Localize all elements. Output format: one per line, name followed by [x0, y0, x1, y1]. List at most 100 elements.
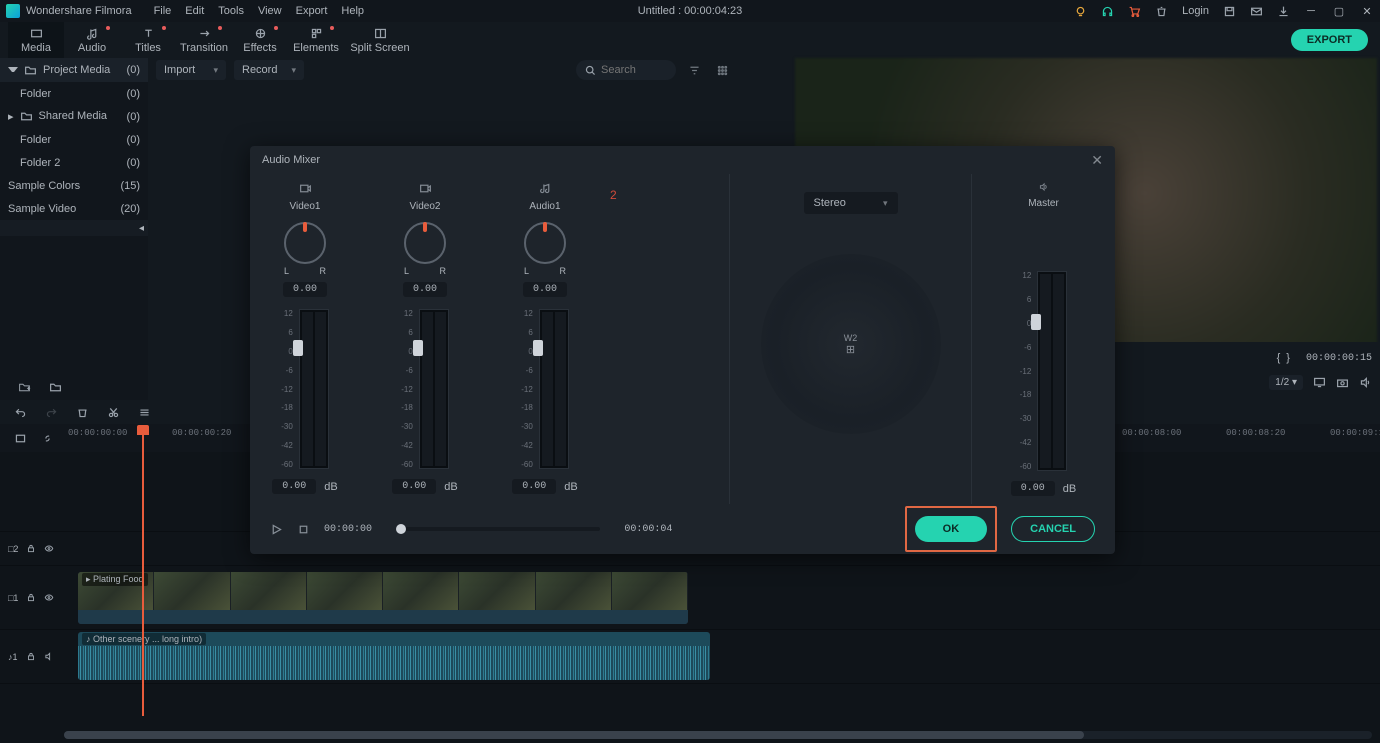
sidebar-header-count: (0): [127, 64, 140, 76]
sidebar-item[interactable]: Sample Video(20): [0, 197, 148, 220]
db-value[interactable]: 0.00: [1011, 481, 1055, 496]
stop-icon[interactable]: [297, 523, 310, 536]
trash-icon[interactable]: [1155, 5, 1168, 18]
bulb-icon[interactable]: [1074, 5, 1087, 18]
sidebar-item[interactable]: ▸Shared Media(0): [0, 105, 148, 128]
eye-icon[interactable]: [44, 542, 54, 555]
save-icon[interactable]: [1223, 5, 1236, 18]
download-icon[interactable]: [1277, 5, 1290, 18]
timeline-scrollbar[interactable]: [64, 731, 1372, 739]
track-audio1[interactable]: ♪1 ♪ Other scenery ... long intro): [0, 630, 1380, 684]
tab-titles[interactable]: Titles: [120, 22, 176, 58]
pan-value[interactable]: 0.00: [403, 282, 447, 297]
delete-icon[interactable]: [76, 406, 89, 419]
pan-value[interactable]: 0.00: [283, 282, 327, 297]
menu-tools[interactable]: Tools: [218, 5, 244, 17]
dialog-close-icon[interactable]: ✕: [1091, 152, 1103, 169]
fader[interactable]: [413, 340, 423, 356]
monitor-icon[interactable]: [1313, 376, 1326, 389]
search-box[interactable]: [576, 60, 676, 80]
redo-icon[interactable]: [45, 406, 58, 419]
undo-icon[interactable]: [14, 406, 27, 419]
play-icon[interactable]: [270, 523, 283, 536]
login-button[interactable]: Login: [1182, 5, 1209, 17]
import-dropdown[interactable]: Import: [156, 60, 226, 80]
tab-media-label: Media: [21, 42, 51, 54]
menu-help[interactable]: Help: [341, 5, 364, 17]
mark-out-icon[interactable]: }: [1286, 352, 1290, 364]
marker-icon[interactable]: [14, 432, 27, 445]
tab-transition[interactable]: Transition: [176, 22, 232, 58]
main-menu: File Edit Tools View Export Help: [154, 5, 364, 17]
channel-name: Video1: [290, 201, 321, 212]
fader[interactable]: [533, 340, 543, 356]
export-button[interactable]: EXPORT: [1291, 29, 1368, 51]
tab-media[interactable]: Media: [8, 22, 64, 58]
new-folder-icon[interactable]: [18, 381, 31, 394]
lock-icon[interactable]: [26, 542, 36, 555]
db-value[interactable]: 0.00: [272, 479, 316, 494]
close-button[interactable]: ✕: [1360, 4, 1374, 18]
ok-button[interactable]: OK: [915, 516, 988, 542]
snapshot-icon[interactable]: [1336, 376, 1349, 389]
channel-name: Audio1: [529, 201, 560, 212]
db-value[interactable]: 0.00: [392, 479, 436, 494]
grid-icon[interactable]: [712, 60, 732, 80]
track-video1[interactable]: □1 ▸ Plating Food: [0, 566, 1380, 630]
fader[interactable]: [293, 340, 303, 356]
settings-icon[interactable]: [138, 406, 151, 419]
menu-file[interactable]: File: [154, 5, 172, 17]
transport-slider[interactable]: [396, 527, 600, 531]
lock-icon[interactable]: [26, 591, 36, 604]
menu-export[interactable]: Export: [296, 5, 328, 17]
surround-pad[interactable]: W2⊞: [761, 254, 941, 434]
mute-icon[interactable]: [44, 650, 54, 663]
mark-in-icon[interactable]: {: [1277, 352, 1281, 364]
music-icon: [539, 182, 552, 195]
sidebar-item[interactable]: Folder(0): [0, 128, 148, 151]
search-input[interactable]: [601, 64, 661, 76]
maximize-button[interactable]: ▢: [1332, 4, 1346, 18]
tab-effects[interactable]: Effects: [232, 22, 288, 58]
cancel-button[interactable]: CANCEL: [1011, 516, 1095, 542]
pan-l: L: [404, 266, 409, 276]
headphones-icon[interactable]: [1101, 5, 1114, 18]
tab-audio[interactable]: Audio: [64, 22, 120, 58]
video-clip[interactable]: ▸ Plating Food: [78, 572, 688, 624]
pan-value[interactable]: 0.00: [523, 282, 567, 297]
sidebar-item[interactable]: Sample Colors(15): [0, 174, 148, 197]
filter-icon[interactable]: [684, 60, 704, 80]
fader[interactable]: [1031, 314, 1041, 330]
volume-icon[interactable]: [1359, 376, 1372, 389]
pan-l: L: [284, 266, 289, 276]
pan-knob[interactable]: [404, 222, 446, 264]
tab-split-screen[interactable]: Split Screen: [344, 22, 416, 58]
tab-elements[interactable]: Elements: [288, 22, 344, 58]
folder-icon: [20, 110, 33, 123]
sidebar-item[interactable]: Folder 2(0): [0, 151, 148, 174]
sidebar-header[interactable]: Project Media (0): [0, 58, 148, 82]
lock-icon[interactable]: [26, 650, 36, 663]
db-value[interactable]: 0.00: [512, 479, 556, 494]
label: Sample Colors: [8, 180, 80, 192]
record-dropdown[interactable]: Record: [234, 60, 304, 80]
sidebar-collapse[interactable]: [0, 220, 148, 236]
playhead[interactable]: [142, 426, 144, 716]
audio-clip[interactable]: ♪ Other scenery ... long intro): [78, 632, 710, 680]
menu-edit[interactable]: Edit: [185, 5, 204, 17]
elements-icon: [310, 27, 323, 40]
zoom-dropdown[interactable]: 1/2 ▾: [1269, 375, 1303, 390]
eye-icon[interactable]: [44, 591, 54, 604]
link-icon[interactable]: [41, 432, 54, 445]
pan-knob[interactable]: [284, 222, 326, 264]
pan-knob[interactable]: [524, 222, 566, 264]
cart-icon[interactable]: [1128, 5, 1141, 18]
menu-view[interactable]: View: [258, 5, 282, 17]
mail-icon[interactable]: [1250, 5, 1263, 18]
ruler-tick: 00:00:00:00: [68, 428, 127, 438]
sidebar-item[interactable]: Folder(0): [0, 82, 148, 105]
folder-icon[interactable]: [49, 381, 62, 394]
minimize-button[interactable]: ─: [1304, 4, 1318, 18]
mode-dropdown[interactable]: Stereo: [804, 192, 898, 214]
cut-icon[interactable]: [107, 406, 120, 419]
